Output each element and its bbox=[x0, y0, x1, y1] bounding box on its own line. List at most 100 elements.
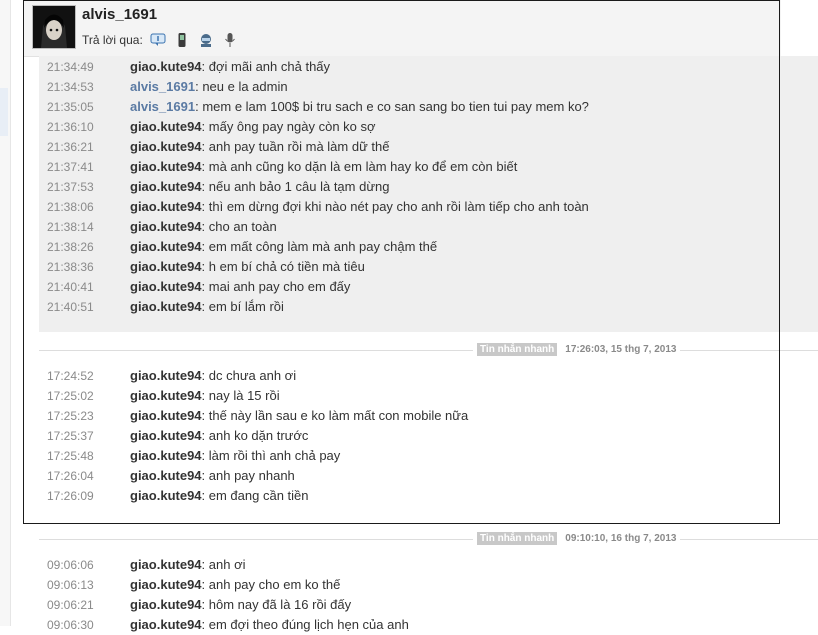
message-text: em đang cần tiền bbox=[208, 488, 309, 503]
sender-separator: : bbox=[201, 239, 209, 254]
message-time: 21:37:41 bbox=[47, 160, 94, 174]
message-sender[interactable]: giao.kute94 bbox=[130, 59, 202, 74]
message-sender[interactable]: giao.kute94 bbox=[130, 368, 202, 383]
message-time: 17:25:23 bbox=[47, 409, 94, 423]
message-time: 21:34:49 bbox=[47, 60, 94, 74]
quick-message-tag: Tin nhắn nhanh bbox=[477, 532, 558, 545]
message-time: 21:34:53 bbox=[47, 80, 94, 94]
sender-separator: : bbox=[201, 159, 209, 174]
robot-icon[interactable] bbox=[197, 31, 215, 49]
message-row: 21:37:41 giao.kute94: mà anh cũng ko dặn … bbox=[0, 157, 818, 177]
message-time: 21:38:14 bbox=[47, 220, 94, 234]
message-text: đợi mãi anh chả thấy bbox=[208, 59, 331, 74]
mobile-icon[interactable] bbox=[173, 31, 191, 49]
sender-separator: : bbox=[201, 617, 209, 632]
message-row: 17:25:23 giao.kute94: thế này lần sau e k… bbox=[0, 406, 818, 426]
message-text: anh pay nhanh bbox=[208, 468, 295, 483]
chat-username[interactable]: alvis_1691 bbox=[82, 6, 157, 23]
message-sender[interactable]: giao.kute94 bbox=[130, 299, 202, 314]
message-time: 09:06:30 bbox=[47, 618, 94, 632]
message-time: 17:26:09 bbox=[47, 489, 94, 503]
message-text: anh ơi bbox=[208, 557, 246, 572]
message-sender[interactable]: giao.kute94 bbox=[130, 119, 202, 134]
message-sender[interactable]: giao.kute94 bbox=[130, 468, 202, 483]
message-text: hôm nay đã là 16 rồi đấy bbox=[208, 597, 352, 612]
message-sender[interactable]: giao.kute94 bbox=[130, 159, 202, 174]
message-sender[interactable]: giao.kute94 bbox=[130, 259, 202, 274]
message-sender[interactable]: giao.kute94 bbox=[130, 199, 202, 214]
message-sender[interactable]: giao.kute94 bbox=[130, 388, 202, 403]
microphone-icon[interactable] bbox=[221, 31, 239, 49]
message-sender[interactable]: giao.kute94 bbox=[130, 279, 202, 294]
message-sender[interactable]: giao.kute94 bbox=[130, 577, 202, 592]
message-text: neu e la admin bbox=[202, 79, 288, 94]
sender-separator: : bbox=[201, 179, 209, 194]
message-sender[interactable]: giao.kute94 bbox=[130, 557, 202, 572]
sender-separator: : bbox=[201, 259, 209, 274]
sender-separator: : bbox=[201, 59, 209, 74]
message-sender[interactable]: giao.kute94 bbox=[130, 139, 202, 154]
message-sender[interactable]: giao.kute94 bbox=[130, 488, 202, 503]
message-sender[interactable]: giao.kute94 bbox=[130, 617, 202, 632]
message-row: 09:06:30 giao.kute94: em đợi theo đúng lị… bbox=[0, 615, 818, 635]
message-sender[interactable]: alvis_1691 bbox=[130, 79, 195, 94]
message-text: em đợi theo đúng lịch hẹn của anh bbox=[208, 617, 409, 632]
message-row: 09:06:06 giao.kute94: anh ơi bbox=[0, 555, 818, 575]
sender-separator: : bbox=[201, 488, 209, 503]
message-sender[interactable]: giao.kute94 bbox=[130, 219, 202, 234]
message-sender[interactable]: giao.kute94 bbox=[130, 448, 202, 463]
message-time: 17:25:48 bbox=[47, 449, 94, 463]
message-time: 21:40:51 bbox=[47, 300, 94, 314]
sender-separator: : bbox=[201, 279, 209, 294]
message-time: 17:24:52 bbox=[47, 369, 94, 383]
message-time: 09:06:21 bbox=[47, 598, 94, 612]
reply-via-label: Trả lời qua: bbox=[82, 33, 143, 47]
message-text: thế này lần sau e ko làm mất con mobile … bbox=[208, 408, 469, 423]
message-text: mấy ông pay ngày còn ko sợ bbox=[208, 119, 376, 134]
sender-separator: : bbox=[201, 388, 209, 403]
separator-datetime: 17:26:03, 15 thg 7, 2013 bbox=[565, 344, 677, 355]
separator-quick-message-2: Tin nhắn nhanh 09:10:10, 16 thg 7, 2013 bbox=[39, 532, 818, 546]
sender-separator: : bbox=[201, 408, 209, 423]
message-time: 09:06:06 bbox=[47, 558, 94, 572]
message-sender[interactable]: giao.kute94 bbox=[130, 239, 202, 254]
quick-message-tag: Tin nhắn nhanh bbox=[477, 343, 558, 356]
message-sender[interactable]: giao.kute94 bbox=[130, 428, 202, 443]
message-sender[interactable]: giao.kute94 bbox=[130, 179, 202, 194]
message-sender[interactable]: giao.kute94 bbox=[130, 408, 202, 423]
sender-separator: : bbox=[201, 468, 209, 483]
message-time: 21:36:10 bbox=[47, 120, 94, 134]
message-text: mà anh cũng ko dặn là em làm hay ko để e… bbox=[208, 159, 518, 174]
message-text: anh pay cho em ko thế bbox=[208, 577, 341, 592]
message-text: mem e lam 100$ bi tru sach e co san sang… bbox=[202, 99, 589, 114]
sender-separator: : bbox=[201, 219, 209, 234]
message-text: cho an toàn bbox=[208, 219, 277, 234]
message-sender[interactable]: alvis_1691 bbox=[130, 99, 195, 114]
chat-header: alvis_1691 Trả lời qua: bbox=[24, 0, 781, 57]
message-time: 21:37:53 bbox=[47, 180, 94, 194]
message-text: anh ko dặn trước bbox=[208, 428, 309, 443]
avatar-image bbox=[33, 6, 75, 48]
separator-quick-message-1: Tin nhắn nhanh 17:26:03, 15 thg 7, 2013 bbox=[39, 343, 818, 357]
message-sender[interactable]: giao.kute94 bbox=[130, 597, 202, 612]
sender-separator: : bbox=[201, 448, 209, 463]
message-row: 21:40:41 giao.kute94: mai anh pay cho em … bbox=[0, 277, 818, 297]
sender-separator: : bbox=[201, 577, 209, 592]
message-text: h em bí chả có tiền mà tiêu bbox=[208, 259, 365, 274]
sender-separator: : bbox=[201, 428, 209, 443]
message-time: 17:25:02 bbox=[47, 389, 94, 403]
avatar[interactable] bbox=[32, 5, 76, 49]
message-text: em bí lắm rồi bbox=[208, 299, 284, 314]
message-text: thì em dừng đợi khi nào nét pay cho anh … bbox=[208, 199, 589, 214]
message-time: 21:38:26 bbox=[47, 240, 94, 254]
message-time: 21:35:05 bbox=[47, 100, 94, 114]
message-row: 21:38:36 giao.kute94: h em bí chả có tiền… bbox=[0, 257, 818, 277]
message-icon[interactable] bbox=[149, 31, 167, 49]
message-row: 21:35:05 alvis_1691: mem e lam 100$ bi tr… bbox=[0, 97, 818, 117]
separator-datetime: 09:10:10, 16 thg 7, 2013 bbox=[565, 533, 677, 544]
message-text: làm rồi thì anh chả pay bbox=[208, 448, 341, 463]
sender-separator: : bbox=[201, 139, 209, 154]
message-row: 17:24:52 giao.kute94: dc chưa anh ơi bbox=[0, 366, 818, 386]
sender-separator: : bbox=[201, 199, 209, 214]
sender-separator: : bbox=[201, 597, 209, 612]
